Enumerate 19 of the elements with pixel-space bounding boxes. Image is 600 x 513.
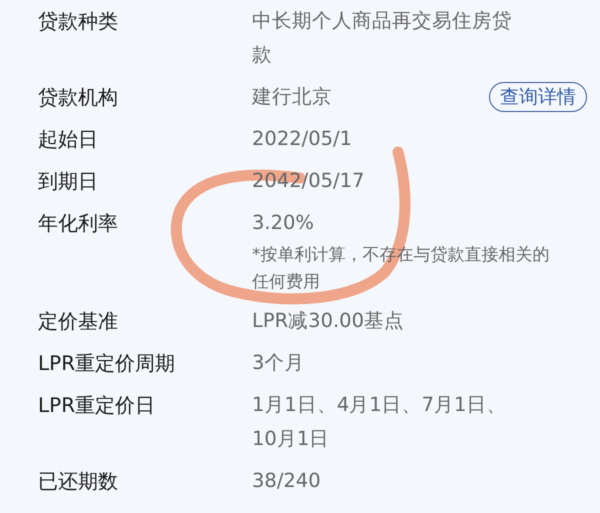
field-label: 已还期数 (38, 468, 119, 495)
field-label: LPR重定价周期 (38, 350, 176, 377)
field-value: 中长期个人商品再交易住房贷款 (252, 8, 513, 68)
field-value: LPR减30.00基点 (252, 308, 404, 334)
field-value: 建行北京 (252, 84, 332, 110)
field-value: 1月1日、4月1日、7月1日、10月1日 (252, 392, 508, 452)
field-value: 2022/05/1 (252, 126, 352, 152)
details-button[interactable]: 查询详情 (489, 82, 587, 112)
field-label: 定价基准 (38, 308, 119, 335)
field-label: 贷款机构 (38, 84, 119, 111)
field-label: 起始日 (38, 126, 99, 153)
field-label: 贷款种类 (38, 8, 119, 35)
field-label: LPR重定价日 (38, 392, 156, 419)
field-value: 38/240 (252, 468, 321, 494)
field-value: 3个月 (252, 350, 304, 376)
field-label: 到期日 (38, 168, 99, 195)
field-value: 2042/05/17 (252, 168, 364, 194)
field-value: 3.20% (252, 210, 314, 236)
field-label: 年化利率 (38, 210, 119, 237)
